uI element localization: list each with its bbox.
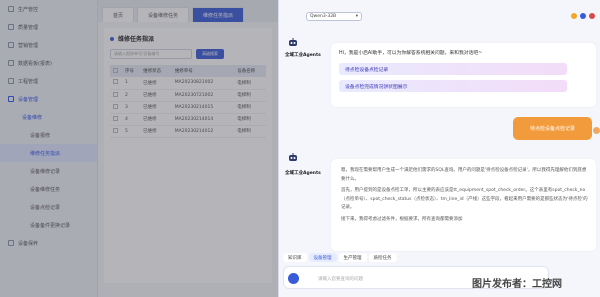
bot-avatar-icon <box>289 38 297 46</box>
quick-action-chip[interactable]: 知识库 <box>283 253 307 262</box>
user-icon[interactable] <box>571 13 577 19</box>
user-avatar <box>593 127 600 134</box>
quick-action-chip[interactable]: 生产管理 <box>338 253 367 262</box>
close-icon[interactable] <box>589 13 595 19</box>
header-icons <box>571 13 595 19</box>
quick-action-chip[interactable]: 设备管理 <box>308 253 337 262</box>
history-icon[interactable] <box>580 13 586 19</box>
watermark: 图片发布者：工控网 <box>472 279 562 290</box>
chat-input-placeholder: 请输入您要查询的问题 <box>318 277 363 282</box>
answer-bubble: 嗯，我现在需要帮用户生成一个满足他们需求的SQL查询。用户的问题是'待点检设备点… <box>331 159 596 251</box>
suggestion-1[interactable]: 待点检设备点检记录 <box>339 63 567 75</box>
model-select[interactable]: Qwen3-32B ▾ <box>306 12 362 21</box>
ai-assistant-icon[interactable] <box>288 273 299 284</box>
suggestion-2[interactable]: 设备点检完成情况饼状图展示 <box>339 80 567 92</box>
quick-actions: 知识库 设备管理 生产管理 质检任务 <box>283 253 397 262</box>
greeting-text: Hi，我是小启AI助手，可以为你解答系统相关问题，来和我对话吧~ <box>339 51 483 56</box>
answer-paragraph: 首先，用户提到的是设备点检工单，所以主要的表应该是tt_equipment_sp… <box>341 188 588 210</box>
bot-avatar-icon <box>289 153 297 161</box>
chat-header: Qwen3-32B ▾ <box>279 0 600 22</box>
modal-overlay[interactable] <box>0 0 278 297</box>
model-select-value: Qwen3-32B <box>310 14 337 19</box>
answer-paragraph: 接下来，我得考虑过滤条件，根据要求，所有查询都需要添加 <box>341 216 463 222</box>
greeting-bubble: Hi，我是小启AI助手，可以为你解答系统相关问题，来和我对话吧~ 待点检设备点检… <box>331 43 596 107</box>
bot-name: 全域工业Agents <box>285 53 321 58</box>
quick-action-chip[interactable]: 质检任务 <box>368 253 397 262</box>
answer-paragraph: 嗯，我现在需要帮用户生成一个满足他们需求的SQL查询。用户的问题是'待点检设备点… <box>341 168 587 182</box>
bot-name: 全域工业Agents <box>285 171 321 176</box>
ai-chat-panel: Qwen3-32B ▾ 全域工业Agents Hi，我是小启AI助手，可以为你解… <box>278 0 600 297</box>
user-message-bubble: 待点检设备点检记录 <box>513 117 592 140</box>
chevron-down-icon: ▾ <box>355 14 358 19</box>
